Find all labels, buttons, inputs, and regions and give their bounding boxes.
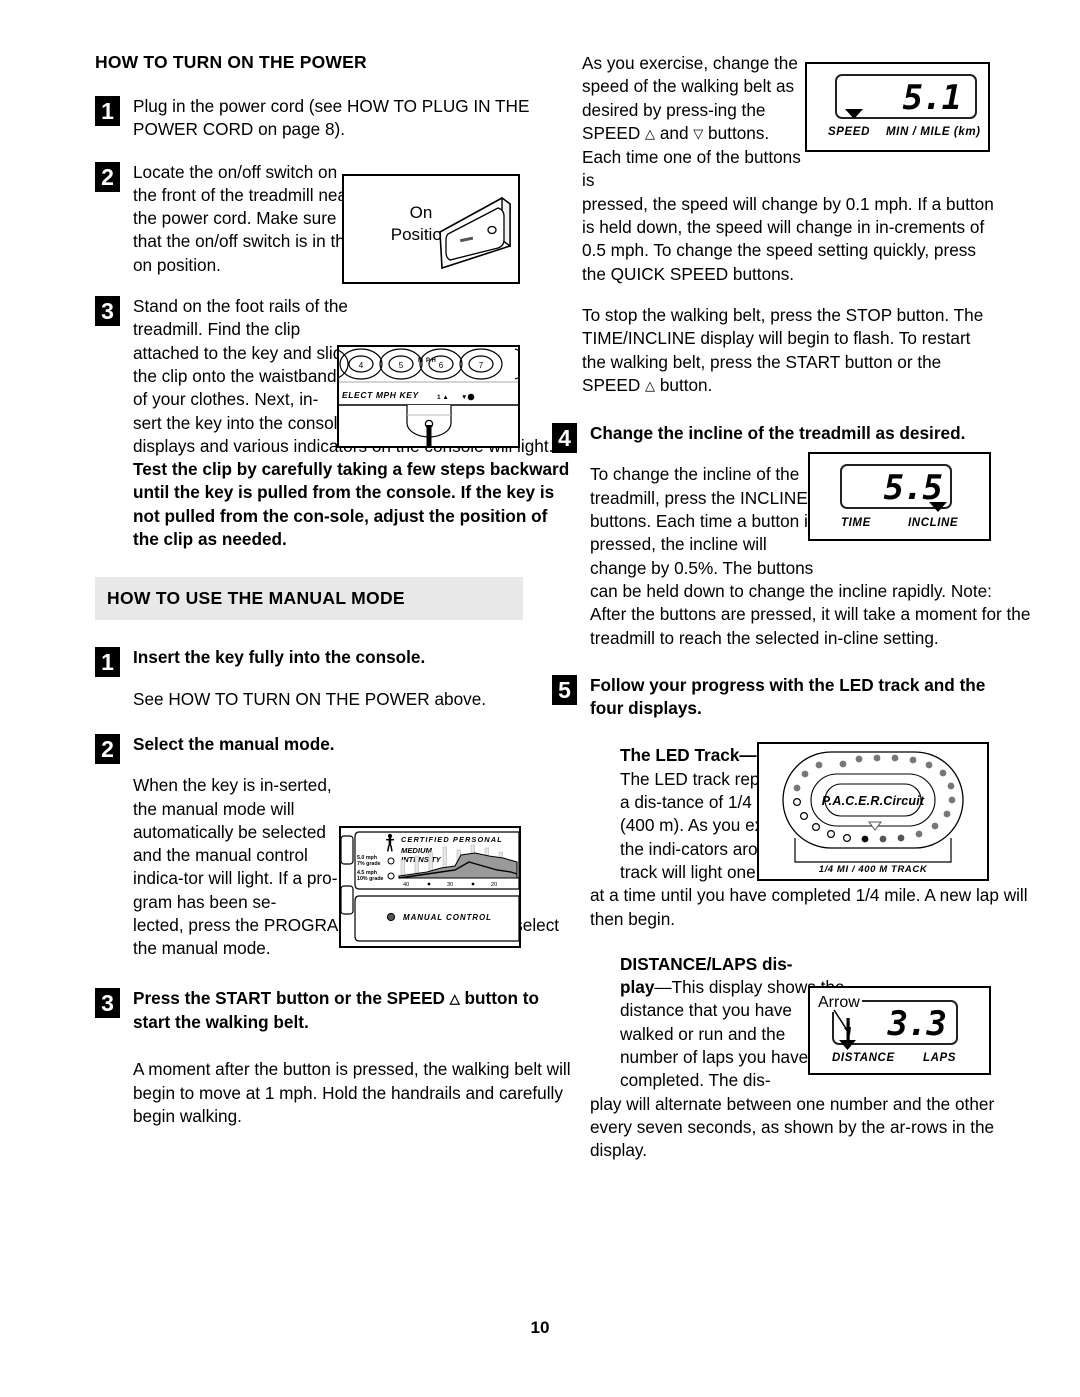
- step-body-text: See HOW TO TURN ON THE POWER above.: [133, 688, 487, 709]
- program-axis-tick-40: 40: [403, 882, 409, 888]
- arrow-callout-icon: [833, 1009, 856, 1050]
- triangle-up-icon: [450, 988, 460, 1008]
- speed-value: 5.1: [902, 78, 962, 118]
- speed-label-right: MIN / MILE (km): [886, 126, 981, 138]
- distance-label-left: DISTANCE: [832, 1052, 895, 1064]
- program-certified-title: CERTIFIED PERSONAL: [401, 835, 503, 844]
- triangle-up-icon: [645, 123, 655, 143]
- program-axis-tick-20: 20: [491, 882, 497, 888]
- rocker-switch-illustration: [439, 196, 511, 270]
- figure-console-key: 4 5 6 7 M P H ELECT MPH KEY 1 ▲ ▼: [337, 345, 520, 448]
- figure-incline-display: 5.5 TIME INCLINE: [808, 452, 991, 541]
- step-text: Locate the on/off switch on the front of…: [133, 161, 355, 275]
- step-number-badge: 1: [95, 96, 120, 126]
- step-text-narrow: Stand on the foot rails of the treadmill…: [133, 296, 352, 410]
- step-title: Change the incline of the treadmill as d…: [590, 423, 966, 444]
- step-title: Press the START button or the SPEED butt…: [133, 987, 573, 1035]
- figure-program-display: CERTIFIED PERSONAL MEDIUM INTENSITY 5.0 …: [339, 826, 521, 948]
- step-number-badge: 4: [552, 423, 577, 454]
- console-mark-0: ▼: [461, 394, 467, 401]
- step-body-narrow: To change the incline of the treadmill, …: [590, 464, 817, 578]
- program-legend-grade-2: 10% grade: [357, 876, 384, 882]
- step-title-part1: Press the START button or the SPEED: [133, 987, 450, 1008]
- figure-speed-display: 5.1 SPEED MIN / MILE (km): [805, 62, 990, 152]
- distance-value: 3.3: [887, 1004, 947, 1044]
- step-number-badge: 1: [95, 647, 120, 678]
- figure-distance-laps-display: 3.3 Arrow DISTANCE LAPS: [808, 986, 991, 1075]
- intro-paragraph-narrow: As you exercise, change the speed of the…: [582, 52, 810, 193]
- manual-control-led: [386, 912, 396, 922]
- figure-led-track: P.A.C.E.R.Circuit 1/4 MI / 400 M TRACK: [757, 742, 989, 881]
- triangle-down-icon: [693, 123, 703, 143]
- led-track-caption: 1/4 MI / 400 M TRACK: [819, 864, 928, 875]
- step-title: Follow your progress with the LED track …: [590, 674, 986, 719]
- led-track-body-rest: at a time until you have completed 1/4 m…: [590, 885, 1028, 929]
- intro-text-b: and: [655, 122, 694, 143]
- step-title: Select the manual mode.: [133, 733, 335, 754]
- step-body-narrow: When the key is in-serted, the manual mo…: [133, 775, 338, 912]
- incline-label-left: TIME: [841, 517, 871, 529]
- speed-arrow-down-icon: [845, 109, 863, 119]
- distance-label-right: LAPS: [923, 1052, 957, 1064]
- console-select-mph-key-text: ELECT MPH KEY: [342, 390, 419, 400]
- step-title: Insert the key fully into the console.: [133, 647, 426, 668]
- step-power-1: 1 Plug in the power cord (see HOW TO PLU…: [95, 95, 535, 142]
- console-button-5-label: 5: [399, 361, 404, 370]
- program-tab-upper: [341, 835, 354, 865]
- step-number-badge: 2: [95, 733, 120, 764]
- incline-arrow-down-icon: [929, 502, 947, 512]
- intro-paragraph-2: To stop the walking belt, press the STOP…: [582, 304, 994, 398]
- console-ph-label: P H: [426, 358, 436, 364]
- manual-control-label: MANUAL CONTROL: [403, 913, 492, 922]
- pacer-circuit-brand: P.A.C.E.R.Circuit: [822, 794, 925, 808]
- step-number-badge: 5: [552, 674, 577, 705]
- section-heading-manual-mode: HOW TO USE THE MANUAL MODE: [95, 577, 523, 621]
- program-medium-label: MEDIUM: [401, 846, 432, 855]
- distance-laps-subtitle-1: DISTANCE/LAPS dis-: [620, 953, 793, 974]
- distance-laps-body-rest: play will alternate between one number a…: [590, 1093, 995, 1161]
- step-text-bold: Test the clip by carefully taking a few …: [133, 459, 570, 550]
- page-number: 10: [530, 1318, 550, 1337]
- program-tab-lower: [341, 885, 354, 915]
- console-button-7-label: 7: [479, 361, 484, 370]
- program-legend-led-2: [387, 872, 395, 880]
- console-mark-1: 1 ▲: [437, 394, 449, 401]
- intro-paragraph-rest: pressed, the speed will change by 0.1 mp…: [582, 193, 994, 284]
- step-body-continued: can be held down to change the incline r…: [590, 580, 1031, 648]
- incline-label-right: INCLINE: [908, 517, 959, 529]
- speed-label-left: SPEED: [828, 126, 870, 138]
- step-manual-3: 3 Press the START button or the SPEED bu…: [95, 987, 571, 1128]
- step-number-badge: 2: [95, 161, 120, 192]
- program-profile-illustration: CERTIFIED PERSONAL MEDIUM INTENSITY 5.0 …: [341, 828, 519, 946]
- intro-text-e: button.: [655, 374, 713, 395]
- console-button-6-label: 6: [439, 361, 444, 370]
- led-track-illustration: P.A.C.E.R.Circuit 1/4 MI / 400 M TRACK: [759, 744, 987, 879]
- console-illustration: 4 5 6 7 M P H ELECT MPH KEY 1 ▲ ▼: [339, 347, 518, 446]
- step-number-badge: 3: [95, 987, 120, 1018]
- console-key-shaft: [426, 425, 432, 446]
- console-button-4-label: 4: [359, 361, 364, 370]
- program-axis-tick-30: 30: [447, 882, 453, 888]
- console-mph-label: M: [418, 358, 423, 364]
- manual-page: HOW TO TURN ON THE POWER 1 Plug in the p…: [0, 0, 1080, 1397]
- intro-text-d: To stop the walking belt, press the STOP…: [582, 304, 984, 395]
- triangle-up-icon: [645, 375, 655, 395]
- step-manual-1: 1 Insert the key fully into the console.…: [95, 646, 535, 711]
- distance-laps-subtitle-2: play: [620, 977, 655, 998]
- section-heading-power: HOW TO TURN ON THE POWER: [95, 52, 367, 72]
- step-body-text: A moment after the button is pressed, th…: [133, 1059, 571, 1126]
- program-legend-led-1: [387, 857, 395, 865]
- step-text: Plug in the power cord (see HOW TO PLUG …: [133, 96, 530, 140]
- program-legend-grade-1: 7% grade: [357, 861, 381, 867]
- console-indicator-dot: [467, 393, 475, 401]
- figure-onoff-switch: On Position: [342, 174, 520, 284]
- step-number-badge: 3: [95, 296, 120, 327]
- program-intensity-label: INTENSITY: [401, 855, 442, 864]
